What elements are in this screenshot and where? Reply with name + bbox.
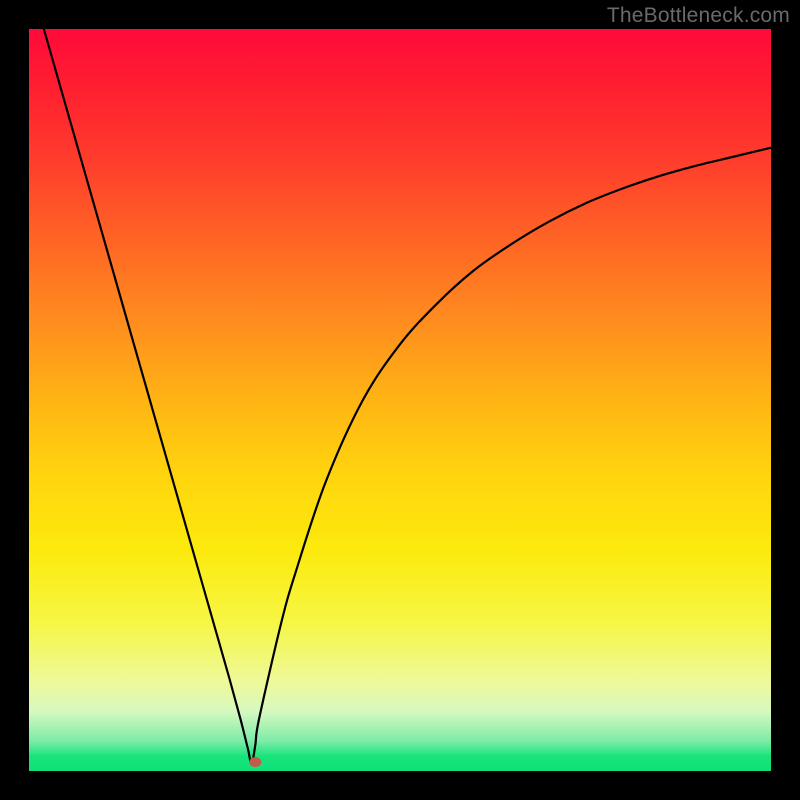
curve-svg	[29, 29, 771, 771]
marker-dot	[249, 757, 261, 767]
bottleneck-curve	[44, 29, 771, 764]
watermark-text: TheBottleneck.com	[607, 4, 790, 28]
chart-frame: TheBottleneck.com	[0, 0, 800, 800]
plot-area	[29, 29, 771, 771]
